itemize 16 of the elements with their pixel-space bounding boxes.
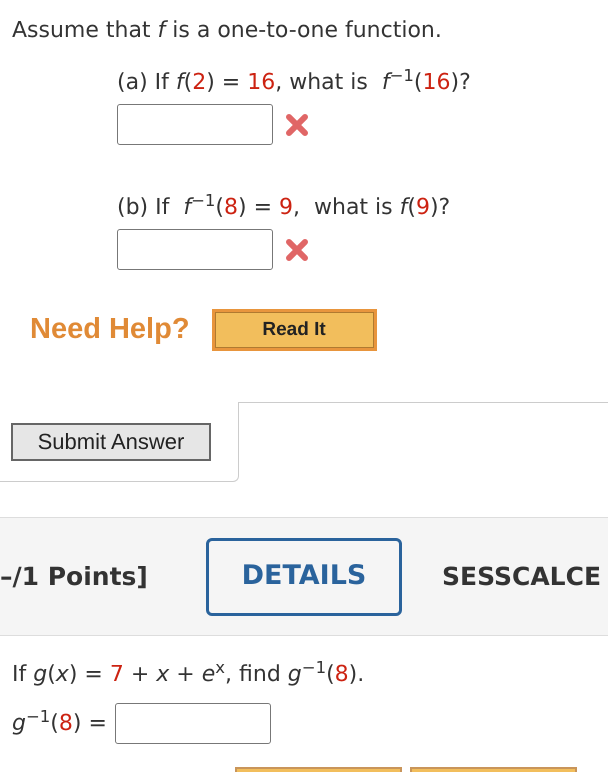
question-text: If g(x) = 7 + x + e$^{x}$, find g$^{−1}$(8). <box>12 660 364 689</box>
assignment-code-label: SESSCALCE <box>442 560 602 593</box>
answer-field[interactable] <box>117 229 273 270</box>
question-part-text: (b) If f$^{−1}$(8) = 9, what is f(9)? <box>117 193 452 222</box>
answer-label: g$^{−1}$(8) = <box>12 707 107 738</box>
question-text: Assume that f is a one-to-one function. <box>12 17 442 45</box>
submit-answer-button[interactable]: Submit Answer <box>11 422 211 460</box>
answer-field[interactable] <box>114 703 271 744</box>
details-button[interactable]: DETAILS <box>206 538 402 616</box>
answer-field[interactable] <box>117 104 273 145</box>
question-part-text: (a) If f(2) = 16, what is f$^{−1}$(16)? <box>117 68 471 97</box>
read-it-button[interactable]: Read It <box>212 308 377 351</box>
wrong-mark-icon <box>285 112 309 136</box>
need-help-label: Need Help? <box>30 312 190 347</box>
wrong-mark-icon <box>285 238 309 262</box>
points-label: –/1 Points] <box>0 560 148 593</box>
